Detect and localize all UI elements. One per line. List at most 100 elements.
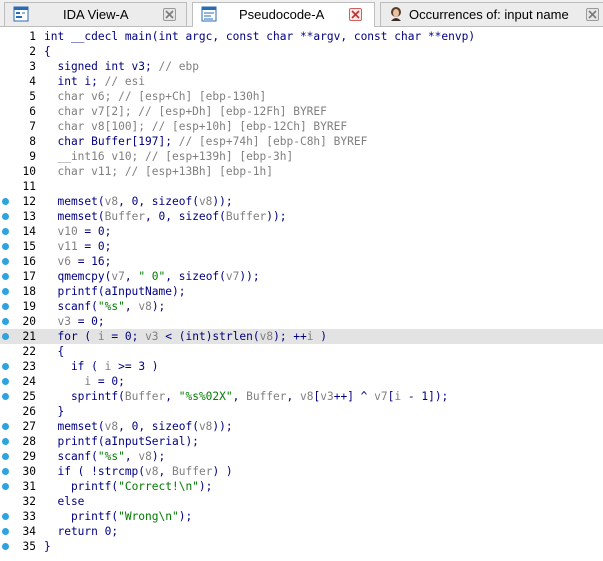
line-number: 8 [29, 135, 36, 148]
breakpoint-dot-icon[interactable] [2, 453, 9, 460]
code-line[interactable]: 8 char Buffer[197]; // [esp+74h] [ebp-C8… [0, 134, 603, 149]
breakpoint-dot-icon[interactable] [2, 273, 9, 280]
breakpoint-dot-icon[interactable] [2, 468, 9, 475]
code-token: scanf( [44, 450, 98, 463]
code-token: v11 [44, 240, 78, 253]
breakpoint-dot-icon[interactable] [2, 243, 9, 250]
code-text: int __cdecl main(int argc, const char **… [44, 29, 475, 44]
code-token: = 0; [104, 330, 146, 343]
code-token: printf( [44, 480, 119, 493]
breakpoint-dot-icon[interactable] [2, 543, 9, 550]
code-token: } [44, 540, 51, 553]
code-line[interactable]: 4 int i; // esi [0, 74, 603, 89]
breakpoint-dot-icon[interactable] [2, 438, 9, 445]
breakpoint-dot-icon[interactable] [2, 318, 9, 325]
close-icon[interactable] [163, 8, 176, 21]
breakpoint-dot-icon[interactable] [2, 393, 9, 400]
line-number: 34 [22, 525, 36, 538]
code-line[interactable]: 26 } [0, 404, 603, 419]
breakpoint-dot-icon[interactable] [2, 198, 9, 205]
code-line[interactable]: 23 if ( i >= 3 ) [0, 359, 603, 374]
pseudocode-editor[interactable]: 1 int __cdecl main(int argc, const char *… [0, 27, 603, 561]
code-line[interactable]: 25 sprintf(Buffer, "%s%02X", Buffer, v8[… [0, 389, 603, 404]
code-line[interactable]: 7 char v8[100]; // [esp+10h] [ebp-12Ch] … [0, 119, 603, 134]
breakpoint-dot-icon[interactable] [2, 288, 9, 295]
code-line[interactable]: 19 scanf("%s", v8); [0, 299, 603, 314]
breakpoint-dot-icon[interactable] [2, 423, 9, 430]
code-line[interactable]: 29 scanf("%s", v8); [0, 449, 603, 464]
code-line[interactable]: 20 v3 = 0; [0, 314, 603, 329]
code-text: qmemcpy(v7, " 0", sizeof(v7)); [44, 269, 259, 284]
code-line[interactable]: 1 int __cdecl main(int argc, const char *… [0, 29, 603, 44]
breakpoint-dot-icon[interactable] [2, 363, 9, 370]
code-line[interactable]: 3 signed int v3; // ebp [0, 59, 603, 74]
code-line[interactable]: 2{ [0, 44, 603, 59]
breakpoint-dot-icon[interactable] [2, 228, 9, 235]
code-line[interactable]: 12 memset(v8, 0, sizeof(v8)); [0, 194, 603, 209]
code-line[interactable]: 9 __int16 v10; // [esp+139h] [ebp-3h] [0, 149, 603, 164]
breakpoint-dot-icon[interactable] [2, 258, 9, 265]
code-text: else [44, 494, 84, 509]
code-text: v6 = 16; [44, 254, 111, 269]
code-token: "Wrong\n" [118, 510, 179, 523]
code-token: v3 [320, 390, 334, 403]
code-line[interactable]: 24 i = 0; [0, 374, 603, 389]
code-line[interactable]: 21 for ( i = 0; v3 < (int)strlen(v8); ++… [0, 329, 603, 344]
tab-ida-view-a[interactable]: IDA View-A [4, 2, 187, 26]
tab-bar: IDA View-A Pseudocode-A Occurrences of: … [0, 0, 603, 27]
line-number: 7 [29, 120, 36, 133]
line-number: 17 [22, 270, 36, 283]
code-token: // ebp [158, 60, 199, 73]
close-icon[interactable] [586, 8, 599, 21]
code-token: , 0, sizeof( [118, 195, 199, 208]
code-token: scanf( [44, 300, 98, 313]
code-token: ) ) [212, 465, 233, 478]
code-line[interactable]: 33 printf("Wrong\n"); [0, 509, 603, 524]
code-text: scanf("%s", v8); [44, 449, 165, 464]
code-line[interactable]: 5 char v6; // [esp+Ch] [ebp-130h] [0, 89, 603, 104]
code-text: { [44, 344, 64, 359]
code-token: if ( !strcmp( [44, 465, 146, 478]
code-line[interactable]: 17 qmemcpy(v7, " 0", sizeof(v7)); [0, 269, 603, 284]
code-text: memset(Buffer, 0, sizeof(Buffer)); [44, 209, 286, 224]
code-token: v8 [145, 465, 159, 478]
code-text: if ( i >= 3 ) [44, 359, 159, 374]
code-text: } [44, 539, 51, 554]
code-token: Buffer [225, 210, 267, 223]
occurrences-icon [388, 6, 404, 22]
breakpoint-dot-icon[interactable] [2, 213, 9, 220]
breakpoint-dot-icon[interactable] [2, 378, 9, 385]
code-line[interactable]: 27 memset(v8, 0, sizeof(v8)); [0, 419, 603, 434]
code-token: = 0; [70, 315, 105, 328]
code-line[interactable]: 22 { [0, 344, 603, 359]
pseudocode-icon [201, 6, 217, 22]
code-line[interactable]: 15 v11 = 0; [0, 239, 603, 254]
code-line[interactable]: 11 [0, 179, 603, 194]
line-number: 3 [29, 60, 36, 73]
code-line[interactable]: 34 return 0; [0, 524, 603, 539]
code-line[interactable]: 10 char v11; // [esp+13Bh] [ebp-1h] [0, 164, 603, 179]
close-icon[interactable] [349, 8, 362, 21]
breakpoint-dot-icon[interactable] [2, 528, 9, 535]
code-line[interactable]: 31 printf("Correct!\n"); [0, 479, 603, 494]
code-line[interactable]: 6 char v7[2]; // [esp+Dh] [ebp-12Fh] BYR… [0, 104, 603, 119]
code-token: " 0" [138, 270, 166, 283]
code-line[interactable]: 28 printf(aInputSerial); [0, 434, 603, 449]
tab-pseudocode-a[interactable]: Pseudocode-A [192, 2, 375, 27]
code-token: = 0; [91, 375, 125, 388]
code-line[interactable]: 13 memset(Buffer, 0, sizeof(Buffer)); [0, 209, 603, 224]
tab-occurrences[interactable]: Occurrences of: input name [380, 2, 603, 26]
breakpoint-dot-icon[interactable] [2, 483, 9, 490]
code-line[interactable]: 18 printf(aInputName); [0, 284, 603, 299]
breakpoint-dot-icon[interactable] [2, 513, 9, 520]
breakpoint-dot-icon[interactable] [2, 333, 9, 340]
code-line[interactable]: 35} [0, 539, 603, 554]
code-line[interactable]: 14 v10 = 0; [0, 224, 603, 239]
breakpoint-dot-icon[interactable] [2, 303, 9, 310]
line-number: 13 [22, 210, 36, 223]
code-token: , 0, sizeof( [118, 420, 199, 433]
line-number: 5 [29, 90, 36, 103]
code-line[interactable]: 30 if ( !strcmp(v8, Buffer) ) [0, 464, 603, 479]
code-line[interactable]: 32 else [0, 494, 603, 509]
code-line[interactable]: 16 v6 = 16; [0, 254, 603, 269]
